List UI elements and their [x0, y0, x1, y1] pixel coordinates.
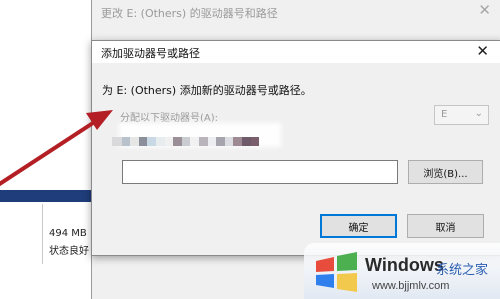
- watermark-tagline: 系统之家: [436, 263, 489, 278]
- watermark: Windows 系统之家 www.bjjmlv.com: [304, 243, 500, 299]
- watermark-url: www.bjjmlv.com: [372, 280, 450, 292]
- windows-logo-icon: [316, 252, 357, 292]
- watermark-brand: Windows: [365, 255, 444, 275]
